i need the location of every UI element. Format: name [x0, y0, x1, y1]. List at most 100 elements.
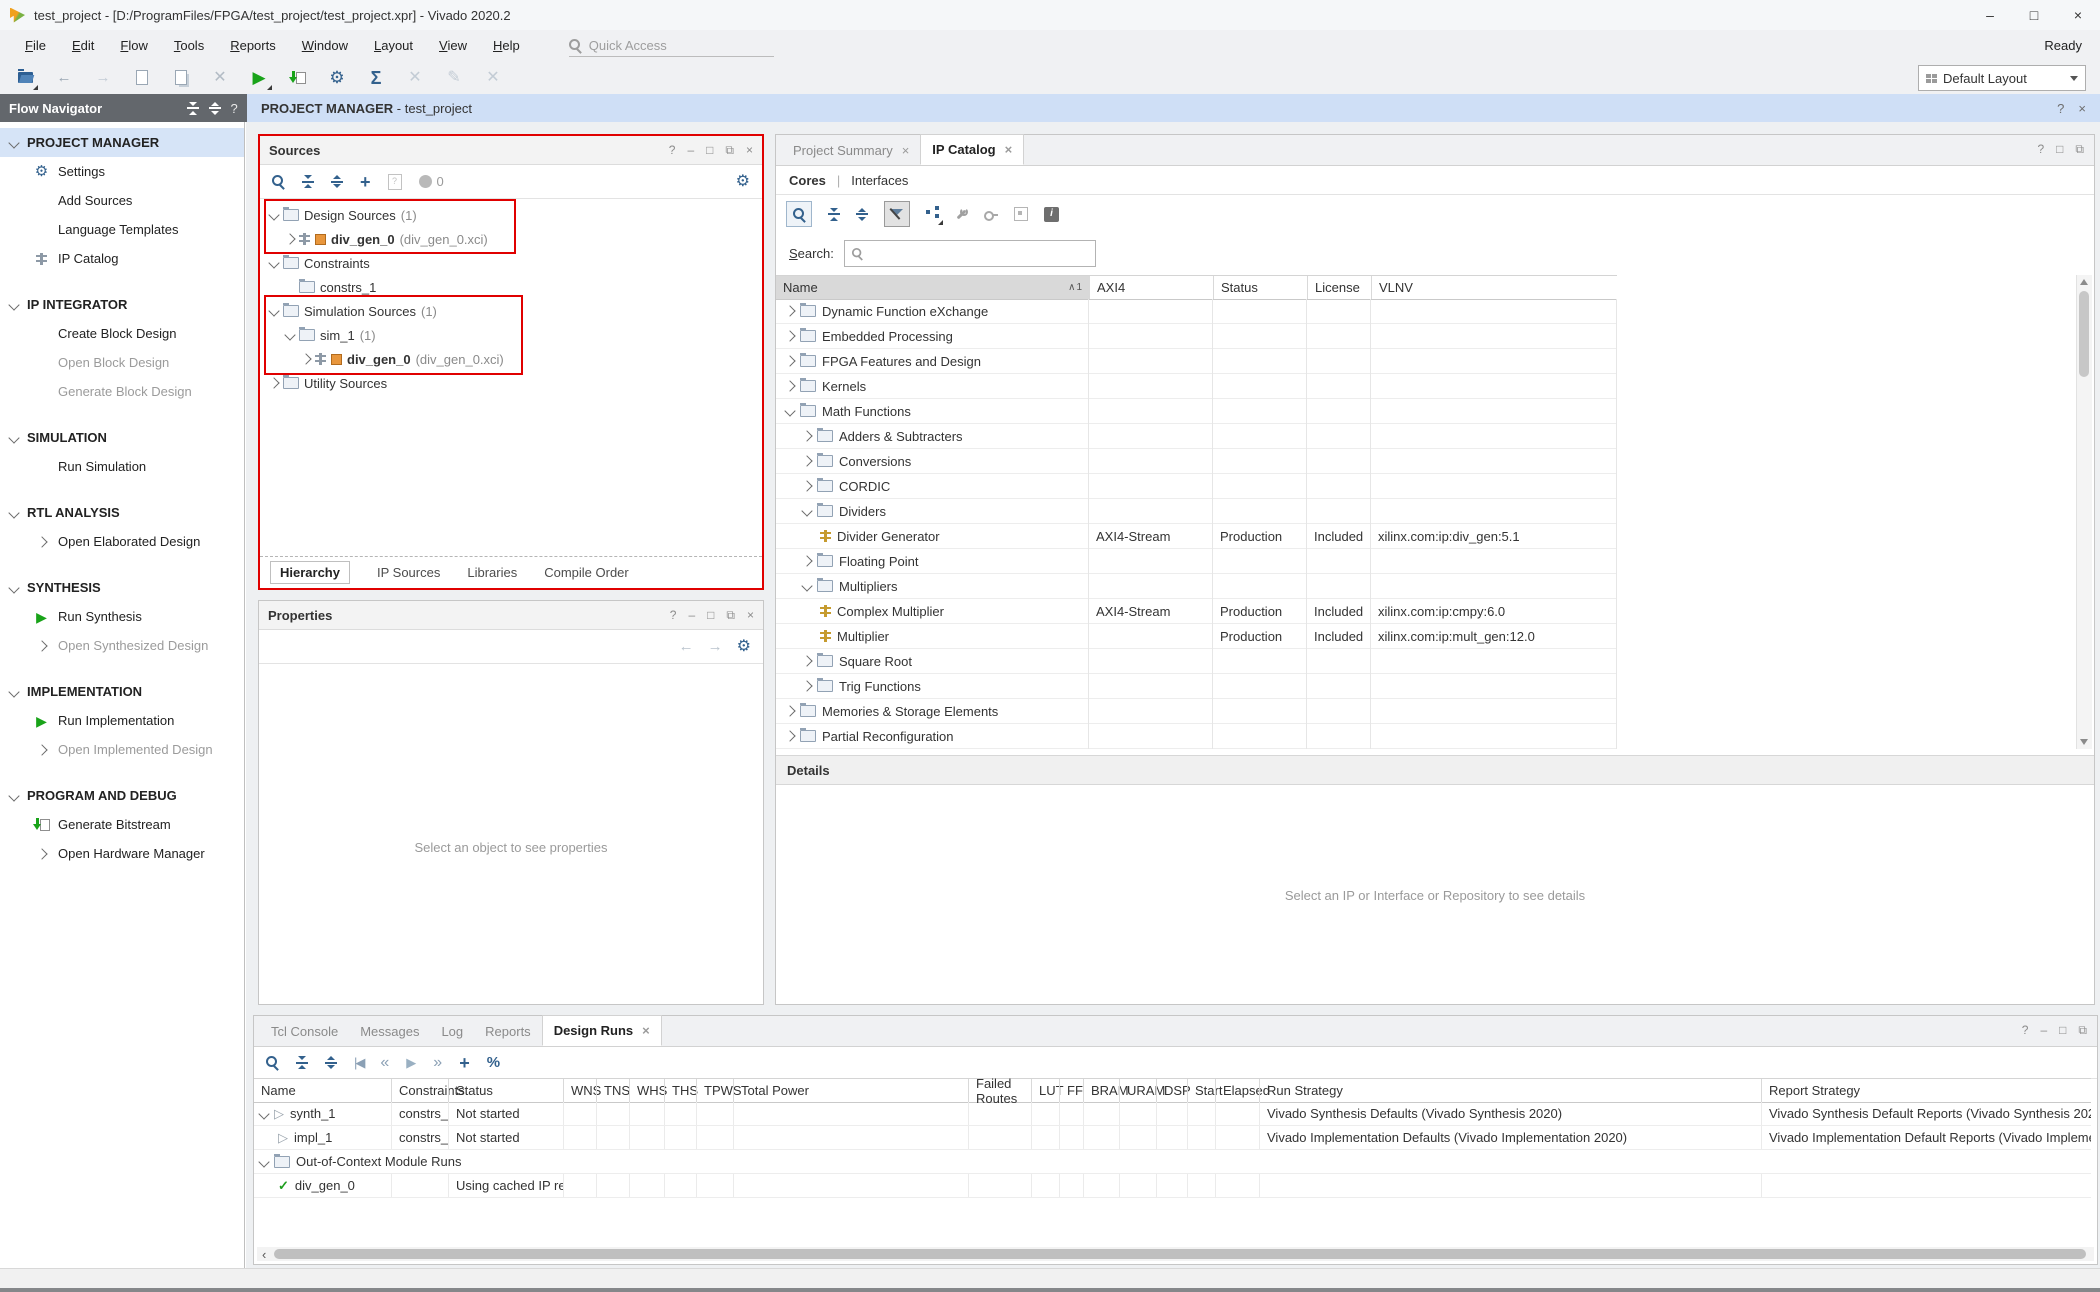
- chevron-down-icon[interactable]: [8, 582, 19, 593]
- chevron-down-icon[interactable]: [268, 209, 279, 220]
- filter-button[interactable]: [884, 201, 910, 227]
- column-header-status[interactable]: Status: [1213, 276, 1307, 299]
- expand-all-icon[interactable]: [209, 102, 221, 115]
- column-header-wns[interactable]: WNS: [563, 1079, 596, 1102]
- column-header-status[interactable]: Status: [448, 1079, 563, 1102]
- column-header-lut[interactable]: LUT: [1031, 1079, 1059, 1102]
- next-run-icon[interactable]: »: [433, 1055, 442, 1071]
- column-header-bram[interactable]: BRAM: [1083, 1079, 1119, 1102]
- minimize-panel-icon[interactable]: –: [688, 609, 695, 621]
- column-header-license[interactable]: License: [1307, 276, 1371, 299]
- column-header-elapsed[interactable]: Elapsed: [1215, 1079, 1259, 1102]
- close-tab-icon[interactable]: ×: [1005, 143, 1013, 156]
- sidebar-item-run-simulation[interactable]: Run Simulation: [0, 452, 244, 481]
- column-header-tns[interactable]: TNS: [596, 1079, 629, 1102]
- minimize-button[interactable]: –: [1968, 0, 2012, 30]
- sidebar-item-run-implementation[interactable]: ▶Run Implementation: [0, 706, 244, 735]
- sidebar-item-open-hardware-manager[interactable]: Open Hardware Manager: [0, 839, 244, 868]
- help-icon[interactable]: ?: [669, 144, 676, 156]
- tab-tcl-console[interactable]: Tcl Console: [260, 1017, 349, 1046]
- chevron-down-icon[interactable]: [8, 299, 19, 310]
- menu-help[interactable]: Help: [480, 35, 533, 56]
- ip-catalog-row-divider-generator[interactable]: Divider GeneratorAXI4-StreamProductionIn…: [776, 524, 1617, 549]
- chevron-down-icon[interactable]: [8, 432, 19, 443]
- paste-button[interactable]: [172, 69, 190, 87]
- float-panel-icon[interactable]: ⧉: [2075, 143, 2084, 155]
- chevron-down-icon[interactable]: [268, 305, 279, 316]
- menu-window[interactable]: Window: [289, 35, 361, 56]
- expand-all-icon[interactable]: [325, 1056, 337, 1069]
- info-icon[interactable]: i: [1044, 207, 1059, 222]
- tab-messages[interactable]: Messages: [349, 1017, 430, 1046]
- help-icon[interactable]: ?: [670, 609, 677, 621]
- help-icon[interactable]: ?: [231, 102, 238, 115]
- sidebar-item-add-sources[interactable]: Add Sources: [0, 186, 244, 215]
- expand-all-icon[interactable]: [856, 208, 868, 221]
- tab-ip-catalog[interactable]: IP Catalog×: [920, 134, 1024, 165]
- chevron-down-icon[interactable]: [801, 580, 812, 591]
- menu-view[interactable]: View: [426, 35, 480, 56]
- back-icon[interactable]: ←: [679, 639, 694, 654]
- ip-catalog-row-cordic[interactable]: CORDIC: [776, 474, 1617, 499]
- sources-tree-item-constraints[interactable]: Constraints: [260, 251, 762, 275]
- design-run-row-impl-1[interactable]: ▷impl_1constrs_1Not startedVivado Implem…: [254, 1126, 2091, 1150]
- close-icon[interactable]: ×: [2078, 102, 2086, 115]
- maximize-panel-icon[interactable]: □: [2056, 143, 2063, 155]
- collapse-all-icon[interactable]: [828, 208, 840, 221]
- close-tab-icon[interactable]: ×: [902, 144, 910, 157]
- design-run-row-div-gen-0[interactable]: ✓div_gen_0Using cached IP results: [254, 1174, 2091, 1198]
- resource-utilization-icon[interactable]: %: [487, 1055, 500, 1070]
- customize-ip-icon[interactable]: [955, 208, 968, 221]
- search-button[interactable]: [786, 201, 812, 227]
- column-header-dsp[interactable]: DSP: [1156, 1079, 1187, 1102]
- sources-tree-item-simulation-sources[interactable]: Simulation Sources(1): [260, 299, 762, 323]
- ip-catalog-row-embedded-processing[interactable]: Embedded Processing: [776, 324, 1617, 349]
- column-header-start[interactable]: Start: [1187, 1079, 1215, 1102]
- scroll-left-icon[interactable]: ‹: [262, 1248, 266, 1261]
- chevron-right-icon[interactable]: [801, 430, 812, 441]
- abort-button[interactable]: ✕: [484, 69, 502, 87]
- chevron-down-icon[interactable]: [8, 137, 19, 148]
- column-header-ff[interactable]: FF: [1059, 1079, 1083, 1102]
- tab-design-runs[interactable]: Design Runs×: [542, 1015, 662, 1046]
- help-panel-icon[interactable]: ?: [2037, 143, 2044, 155]
- ip-catalog-row-partial-reconfiguration[interactable]: Partial Reconfiguration: [776, 724, 1617, 749]
- ip-catalog-row-floating-point[interactable]: Floating Point: [776, 549, 1617, 574]
- collapse-all-icon[interactable]: [302, 175, 314, 188]
- license-icon[interactable]: [984, 208, 998, 220]
- chevron-right-icon[interactable]: [784, 330, 795, 341]
- sidebar-section-program-and-debug[interactable]: PROGRAM AND DEBUG: [0, 781, 244, 810]
- sidebar-item-open-elaborated-design[interactable]: Open Elaborated Design: [0, 527, 244, 556]
- sources-tab-compile-order[interactable]: Compile Order: [544, 565, 629, 580]
- sidebar-item-settings[interactable]: ⚙Settings: [0, 157, 244, 186]
- sources-tab-ip-sources[interactable]: IP Sources: [377, 565, 440, 580]
- maximize-panel-icon[interactable]: □: [2059, 1024, 2066, 1036]
- sidebar-item-open-synthesized-design[interactable]: Open Synthesized Design: [0, 631, 244, 660]
- float-panel-icon[interactable]: ⧉: [726, 609, 735, 621]
- report-summary-button[interactable]: Σ: [367, 69, 385, 87]
- chevron-down-icon[interactable]: [8, 507, 19, 518]
- sources-tree-item-design-sources[interactable]: Design Sources(1): [260, 203, 762, 227]
- minimize-panel-icon[interactable]: –: [2040, 1024, 2047, 1036]
- menu-layout[interactable]: Layout: [361, 35, 426, 56]
- chevron-right-icon[interactable]: [801, 455, 812, 466]
- vertical-scrollbar[interactable]: [2076, 275, 2092, 749]
- chevron-right-icon[interactable]: [284, 233, 295, 244]
- search-icon[interactable]: [266, 1056, 279, 1069]
- column-header-run-strategy[interactable]: Run Strategy: [1259, 1079, 1761, 1102]
- sidebar-section-ip-integrator[interactable]: IP INTEGRATOR: [0, 290, 244, 319]
- quick-access-search[interactable]: Quick Access: [569, 34, 774, 57]
- sidebar-item-language-templates[interactable]: Language Templates: [0, 215, 244, 244]
- layout-selector[interactable]: Default Layout: [1918, 65, 2086, 91]
- column-header-name[interactable]: Name: [254, 1079, 391, 1102]
- ip-catalog-row-fpga-features-and-design[interactable]: FPGA Features and Design: [776, 349, 1617, 374]
- ip-catalog-row-memories-storage-elements[interactable]: Memories & Storage Elements: [776, 699, 1617, 724]
- sidebar-item-open-implemented-design[interactable]: Open Implemented Design: [0, 735, 244, 764]
- sidebar-item-run-synthesis[interactable]: ▶Run Synthesis: [0, 602, 244, 631]
- column-header-name[interactable]: Name∧1: [776, 276, 1089, 299]
- sidebar-section-implementation[interactable]: IMPLEMENTATION: [0, 677, 244, 706]
- delete-button[interactable]: ✕: [211, 69, 229, 87]
- column-header-ths[interactable]: THS: [664, 1079, 696, 1102]
- chevron-right-icon[interactable]: [784, 380, 795, 391]
- undo-button[interactable]: ←: [55, 69, 73, 87]
